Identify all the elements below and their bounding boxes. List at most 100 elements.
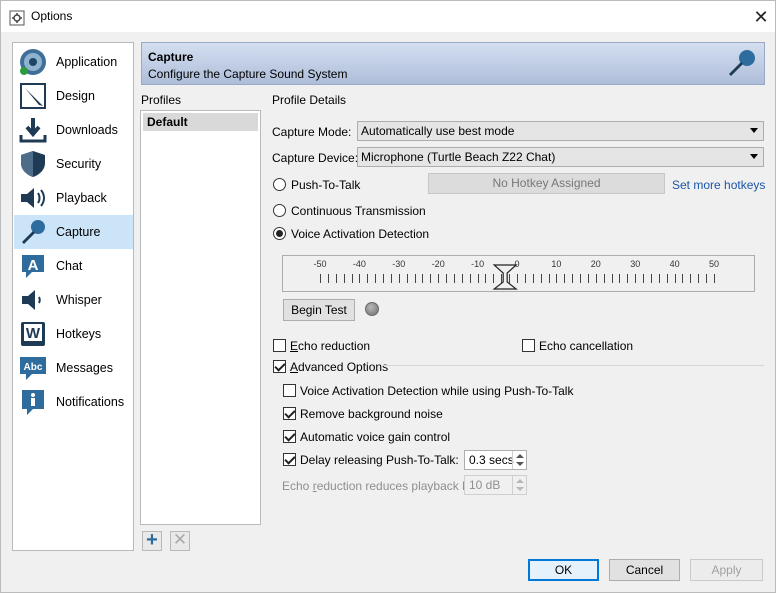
sidebar-item-label: Whisper (56, 293, 102, 307)
slider-tick-label: 40 (670, 259, 680, 269)
sidebar-item-chat[interactable]: A Chat (14, 249, 133, 283)
slider-tick-label: 10 (551, 259, 561, 269)
close-button[interactable]: ✕ (749, 5, 773, 29)
section-subtitle: Configure the Capture Sound System (148, 67, 348, 81)
capture-mode-label: Capture Mode: (272, 125, 352, 139)
continuous-transmission-radio[interactable] (273, 204, 286, 217)
sidebar-item-messages[interactable]: Abc Messages (14, 351, 133, 385)
capture-device-select[interactable]: Microphone (Turtle Beach Z22 Chat) (357, 147, 764, 167)
echo-reduction-checkbox[interactable] (273, 339, 286, 352)
voice-activation-radio[interactable] (273, 227, 286, 240)
profiles-list[interactable]: Default (140, 110, 261, 525)
sidebar-item-capture[interactable]: Capture (14, 215, 133, 249)
sidebar-item-label: Capture (56, 225, 101, 239)
svg-text:A: A (28, 257, 39, 274)
vad-with-ptt-checkbox[interactable] (283, 384, 296, 397)
sidebar-item-label: Design (56, 89, 95, 103)
microphone-icon (729, 50, 755, 76)
list-item[interactable]: Default (143, 113, 258, 131)
delay-release-value: 0.3 secs (469, 453, 514, 467)
sidebar-item-downloads[interactable]: Downloads (14, 113, 133, 147)
window-title: Options (31, 9, 73, 23)
slider-tick-label: -30 (392, 259, 405, 269)
capture-mode-select[interactable]: Automatically use best mode (357, 121, 764, 141)
hotkey-field[interactable]: No Hotkey Assigned (428, 173, 665, 194)
sidebar-item-label: Notifications (56, 395, 125, 409)
sidebar-item-label: Hotkeys (56, 327, 102, 341)
push-to-talk-radio[interactable] (273, 178, 286, 191)
plus-icon: + (146, 529, 158, 551)
delay-release-checkbox[interactable] (283, 453, 296, 466)
divider (382, 365, 764, 366)
sidebar-item-label: Security (56, 157, 102, 171)
voice-activation-slider[interactable]: -50 -40 -30 -20 -10 0 10 20 30 40 50 (282, 255, 755, 292)
sidebar-item-playback[interactable]: Playback (14, 181, 133, 215)
vad-with-ptt-label: Voice Activation Detection while using P… (300, 384, 574, 398)
sidebar-item-security[interactable]: Security (14, 147, 133, 181)
begin-test-button[interactable]: Begin Test (283, 299, 355, 321)
hotkey-icon: W (21, 322, 45, 346)
whisper-icon (22, 290, 41, 310)
ok-button[interactable]: OK (528, 559, 599, 581)
advanced-options-checkbox[interactable] (273, 360, 286, 373)
sidebar-item-label: Messages (56, 361, 113, 375)
speaker-icon (21, 188, 45, 208)
sidebar-item-label: Application (56, 55, 118, 69)
gear-icon (9, 10, 25, 26)
sidebar-item-label: Downloads (56, 123, 118, 137)
spin-buttons (512, 476, 526, 494)
slider-tick-label: -10 (471, 259, 484, 269)
slider-tick-label: 50 (709, 259, 719, 269)
profiles-label: Profiles (141, 93, 182, 107)
slider-tick-label: -20 (432, 259, 445, 269)
slider-tick-label: 30 (630, 259, 640, 269)
sidebar-item-hotkeys[interactable]: W Hotkeys (14, 317, 133, 351)
sidebar-item-label: Playback (56, 191, 107, 205)
chevron-down-icon (516, 487, 524, 491)
shield-icon (21, 151, 45, 177)
agc-checkbox[interactable] (283, 430, 296, 443)
delay-release-spinbox[interactable]: 0.3 secs (464, 450, 527, 470)
chevron-up-icon (516, 454, 524, 458)
voice-activation-label: Voice Activation Detection (291, 227, 430, 241)
pencil-icon (20, 83, 46, 109)
push-to-talk-label: Push-To-Talk (291, 178, 361, 192)
delay-release-label: Delay releasing Push-To-Talk: (300, 453, 459, 467)
echo-cancellation-checkbox[interactable] (522, 339, 535, 352)
set-more-hotkeys-link[interactable]: Set more hotkeys (672, 178, 765, 192)
slider-scale: -50 -40 -30 -20 -10 0 10 20 30 40 50 (313, 259, 719, 290)
test-indicator-light (365, 302, 379, 316)
echo-playback-spinbox: 10 dB (464, 475, 527, 495)
sidebar-item-notifications[interactable]: Notifications (14, 385, 133, 419)
slider-tick-label: 20 (591, 259, 601, 269)
section-title: Capture (148, 50, 194, 64)
title-bar: Options ✕ (0, 0, 776, 32)
sidebar-item-design[interactable]: Design (14, 79, 133, 113)
remove-noise-checkbox[interactable] (283, 407, 296, 420)
remove-icon: ✕ (172, 530, 188, 549)
agc-label: Automatic voice gain control (300, 430, 451, 444)
sidebar-item-application[interactable]: Application (14, 45, 133, 79)
download-icon (19, 118, 47, 143)
echo-playback-label: Echo reduction reduces playback by: (282, 479, 479, 493)
remove-profile-button[interactable]: ✕ (170, 531, 190, 551)
chevron-down-icon (750, 154, 758, 159)
cancel-button[interactable]: Cancel (609, 559, 680, 581)
remove-noise-label: Remove background noise (300, 407, 443, 421)
add-profile-button[interactable]: + (142, 529, 162, 551)
spin-buttons[interactable] (512, 451, 526, 469)
capture-device-value: Microphone (Turtle Beach Z22 Chat) (361, 150, 556, 164)
echo-reduction-label: Echo reduction (290, 339, 371, 353)
chevron-up-icon (516, 479, 524, 483)
slider-tick-label: 0 (514, 259, 519, 269)
microphone-icon (22, 220, 45, 244)
capture-device-label: Capture Device: (272, 151, 359, 165)
messages-icon: Abc (20, 357, 46, 380)
slider-tick-label: -40 (353, 259, 366, 269)
continuous-transmission-label: Continuous Transmission (291, 204, 426, 218)
sidebar-item-whisper[interactable]: Whisper (14, 283, 133, 317)
teamtalk-logo-icon (20, 49, 46, 75)
slider-handle[interactable] (492, 264, 518, 290)
echo-playback-value: 10 dB (469, 478, 501, 492)
apply-button[interactable]: Apply (690, 559, 763, 581)
